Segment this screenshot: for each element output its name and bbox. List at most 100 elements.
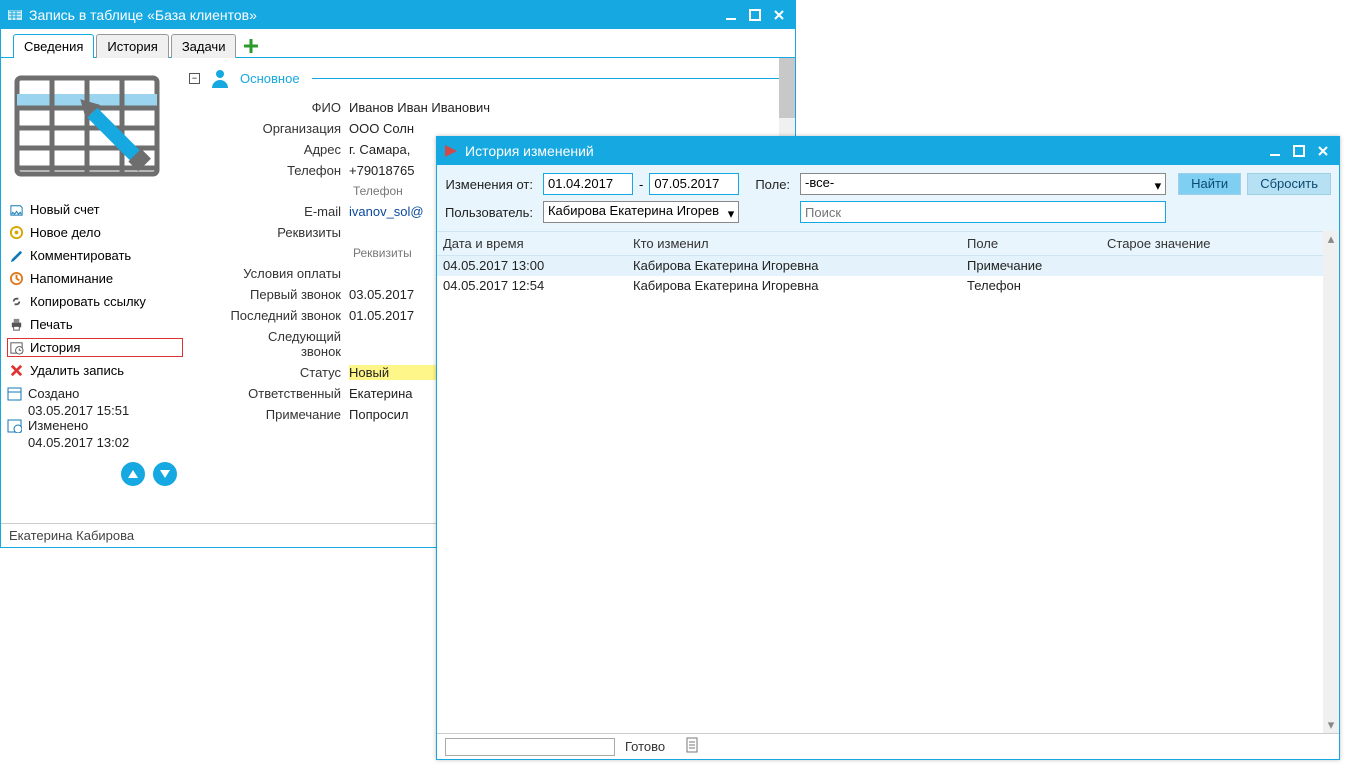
left-panel: Новый счет Новое дело Комментировать Нап… (1, 58, 189, 523)
pay-label: Условия оплаты (229, 266, 349, 281)
tab-label: Задачи (182, 39, 226, 54)
action-history[interactable]: История (7, 338, 183, 357)
calendar-icon (7, 386, 22, 401)
divider (312, 78, 787, 79)
fio-label: ФИО (229, 100, 349, 115)
input-value: 01.04.2017 (548, 176, 613, 191)
from-label: Изменения от: (445, 177, 537, 192)
scrollbar-track[interactable] (1323, 231, 1339, 733)
col-datetime[interactable]: Дата и время (437, 232, 627, 255)
req-label: Реквизиты (229, 225, 349, 240)
app-icon (443, 143, 459, 159)
scrollbar-thumb[interactable] (779, 58, 795, 118)
org-label: Организация (229, 121, 349, 136)
cell-old (1101, 256, 1339, 275)
calendar-clock-icon (7, 418, 22, 433)
table-row[interactable]: 04.05.2017 13:00 Кабирова Екатерина Игор… (437, 256, 1339, 276)
email-label: E-mail (229, 204, 349, 219)
from-date-input[interactable]: 01.04.2017 (543, 173, 633, 195)
resp-label: Ответственный (229, 386, 349, 401)
minimize-button[interactable] (1265, 141, 1285, 161)
chevron-down-icon: ▾ (1155, 178, 1162, 194)
action-label: Копировать ссылку (30, 294, 146, 309)
col-old[interactable]: Старое значение (1101, 232, 1339, 255)
close-button[interactable] (769, 5, 789, 25)
button-label: Сбросить (1260, 176, 1318, 191)
status-label: Статус (229, 365, 349, 380)
to-date-input[interactable]: 07.05.2017 (649, 173, 739, 195)
action-label: Напоминание (30, 271, 113, 286)
action-new-invoice[interactable]: Новый счет (7, 200, 183, 219)
action-label: Новый счет (30, 202, 100, 217)
action-label: Печать (30, 317, 73, 332)
field-label: Поле: (755, 177, 794, 192)
user-select[interactable]: Кабирова Екатерина Игорев ▾ (543, 201, 739, 223)
window-controls (721, 5, 789, 25)
cell-who: Кабирова Екатерина Игоревна (627, 276, 961, 295)
tab-details[interactable]: Сведения (13, 34, 94, 58)
org-value[interactable]: ООО Солн (349, 121, 787, 136)
collapse-toggle[interactable]: − (189, 73, 200, 84)
tab-history[interactable]: История (96, 34, 168, 58)
window-controls (1265, 141, 1333, 161)
phone-label: Телефон (229, 163, 349, 178)
maximize-button[interactable] (745, 5, 765, 25)
reset-button[interactable]: Сбросить (1247, 173, 1331, 195)
table-row[interactable]: 04.05.2017 12:54 Кабирова Екатерина Игор… (437, 276, 1339, 296)
cell-datetime: 04.05.2017 13:00 (437, 256, 627, 275)
history-titlebar: История изменений (437, 137, 1339, 165)
nav-circles (7, 462, 183, 486)
action-new-case[interactable]: Новое дело (7, 223, 183, 242)
last-label: Последний звонок (229, 308, 349, 323)
modified-value: 04.05.2017 13:02 (7, 435, 183, 450)
status-user: Екатерина Кабирова (9, 528, 134, 543)
action-print[interactable]: Печать (7, 315, 183, 334)
note-label: Примечание (229, 407, 349, 422)
action-comment[interactable]: Комментировать (7, 246, 183, 265)
close-button[interactable] (1313, 141, 1333, 161)
minimize-button[interactable] (721, 5, 741, 25)
scroll-down-icon[interactable]: ▾ (1323, 717, 1339, 733)
filter-bar: Изменения от: 01.04.2017 - 07.05.2017 По… (437, 165, 1339, 231)
user-label: Пользователь: (445, 205, 537, 220)
action-list: Новый счет Новое дело Комментировать Нап… (7, 200, 183, 380)
field-select[interactable]: -все- ▾ (800, 173, 1166, 195)
action-delete[interactable]: Удалить запись (7, 361, 183, 380)
status-ready: Готово (625, 739, 665, 754)
history-window: История изменений Изменения от: 01.04.20… (436, 136, 1340, 760)
fio-value[interactable]: Иванов Иван Иванович (349, 100, 490, 115)
addr-label: Адрес (229, 142, 349, 157)
record-title: Запись в таблице «База клиентов» (29, 7, 721, 23)
next-record-button[interactable] (153, 462, 177, 486)
group-label: Основное (240, 71, 300, 86)
cell-field: Телефон (961, 276, 1101, 295)
find-button[interactable]: Найти (1178, 173, 1241, 195)
cell-old (1101, 276, 1339, 295)
scroll-up-icon[interactable]: ▴ (1323, 231, 1339, 247)
action-label: Комментировать (30, 248, 131, 263)
record-meta: Создано 03.05.2017 15:51 Изменено 04.05.… (7, 386, 183, 450)
history-statusbar: Готово (437, 733, 1339, 759)
tab-tasks[interactable]: Задачи (171, 34, 237, 58)
action-reminder[interactable]: Напоминание (7, 269, 183, 288)
history-grid: ▴ ▾ Дата и время Кто изменил Поле Старое… (437, 231, 1339, 733)
modified-label: Изменено (28, 418, 88, 433)
tab-add-button[interactable] (242, 37, 260, 55)
tab-row: Сведения История Задачи (1, 29, 795, 58)
status-input[interactable] (445, 738, 615, 756)
button-label: Найти (1191, 176, 1228, 191)
date-separator: - (639, 177, 643, 192)
cell-field: Примечание (961, 256, 1101, 275)
search-input[interactable] (800, 201, 1166, 223)
chevron-down-icon: ▾ (728, 206, 735, 222)
maximize-button[interactable] (1289, 141, 1309, 161)
col-who[interactable]: Кто изменил (627, 232, 961, 255)
prev-record-button[interactable] (121, 462, 145, 486)
cell-who: Кабирова Екатерина Игоревна (627, 256, 961, 275)
first-label: Первый звонок (229, 287, 349, 302)
action-label: История (30, 340, 80, 355)
col-field[interactable]: Поле (961, 232, 1101, 255)
cell-datetime: 04.05.2017 12:54 (437, 276, 627, 295)
action-label: Новое дело (30, 225, 101, 240)
action-copy-link[interactable]: Копировать ссылку (7, 292, 183, 311)
